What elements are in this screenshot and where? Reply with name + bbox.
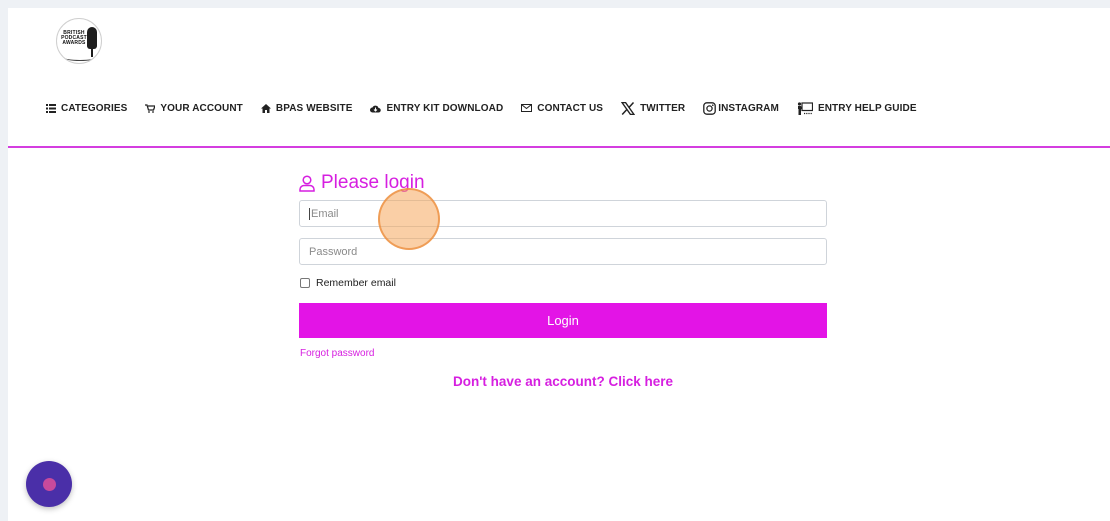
x-logo-icon bbox=[621, 101, 636, 115]
remember-email-row[interactable]: Remember email bbox=[300, 277, 396, 289]
nav-label: ENTRY HELP GUIDE bbox=[817, 102, 917, 114]
logo-swirl bbox=[63, 53, 97, 61]
envelope-icon bbox=[521, 104, 533, 112]
nav-item-categories[interactable]: CATEGORIES bbox=[46, 103, 127, 114]
main-nav: CATEGORIES YOUR ACCOUNT BPAS WEBSITE ENT… bbox=[46, 100, 935, 116]
microphone-icon bbox=[87, 27, 97, 49]
nav-label: CONTACT US bbox=[537, 102, 604, 114]
nav-label: CATEGORIES bbox=[61, 102, 128, 114]
login-button[interactable]: Login bbox=[299, 303, 827, 338]
chat-widget-button[interactable] bbox=[26, 461, 72, 507]
nav-label: BPAS WEBSITE bbox=[275, 102, 353, 114]
cloud-download-icon bbox=[370, 104, 382, 113]
nav-label: YOUR ACCOUNT bbox=[160, 102, 243, 114]
cart-icon bbox=[145, 103, 156, 113]
header-divider bbox=[8, 146, 1110, 148]
nav-item-your-account[interactable]: YOUR ACCOUNT bbox=[145, 103, 243, 114]
forgot-password-link[interactable]: Forgot password bbox=[300, 348, 374, 359]
instagram-icon bbox=[703, 101, 717, 115]
nav-item-instagram[interactable]: INSTAGRAM bbox=[703, 101, 779, 115]
remember-email-checkbox[interactable] bbox=[300, 278, 310, 288]
site-logo[interactable]: BRITISH PODCAST AWARDS bbox=[56, 18, 102, 64]
chat-icon bbox=[42, 477, 56, 491]
presenter-icon bbox=[797, 101, 813, 115]
nav-label: ENTRY KIT DOWNLOAD bbox=[386, 102, 504, 114]
password-placeholder: Password bbox=[309, 245, 358, 258]
nav-item-bpas-website[interactable]: BPAS WEBSITE bbox=[260, 102, 353, 114]
nav-label: INSTAGRAM bbox=[718, 102, 779, 114]
nav-item-twitter[interactable]: TWITTER bbox=[621, 101, 686, 115]
email-placeholder: Email bbox=[311, 207, 339, 220]
nav-item-entry-kit-download[interactable]: ENTRY KIT DOWNLOAD bbox=[370, 103, 503, 114]
signup-link[interactable]: Don't have an account? Click here bbox=[299, 374, 827, 389]
page: BRITISH PODCAST AWARDS CATEGORIES YOUR A… bbox=[8, 8, 1110, 521]
logo-text: BRITISH PODCAST AWARDS bbox=[61, 30, 87, 46]
password-field[interactable]: Password bbox=[299, 238, 827, 265]
nav-item-contact-us[interactable]: CONTACT US bbox=[521, 103, 603, 114]
user-icon bbox=[299, 174, 315, 192]
text-caret bbox=[309, 207, 310, 220]
click-indicator bbox=[378, 188, 440, 250]
home-icon bbox=[260, 103, 271, 113]
list-icon bbox=[46, 103, 56, 113]
nav-label: TWITTER bbox=[640, 102, 686, 114]
remember-email-label: Remember email bbox=[316, 277, 396, 289]
nav-item-entry-help-guide[interactable]: ENTRY HELP GUIDE bbox=[797, 101, 917, 115]
